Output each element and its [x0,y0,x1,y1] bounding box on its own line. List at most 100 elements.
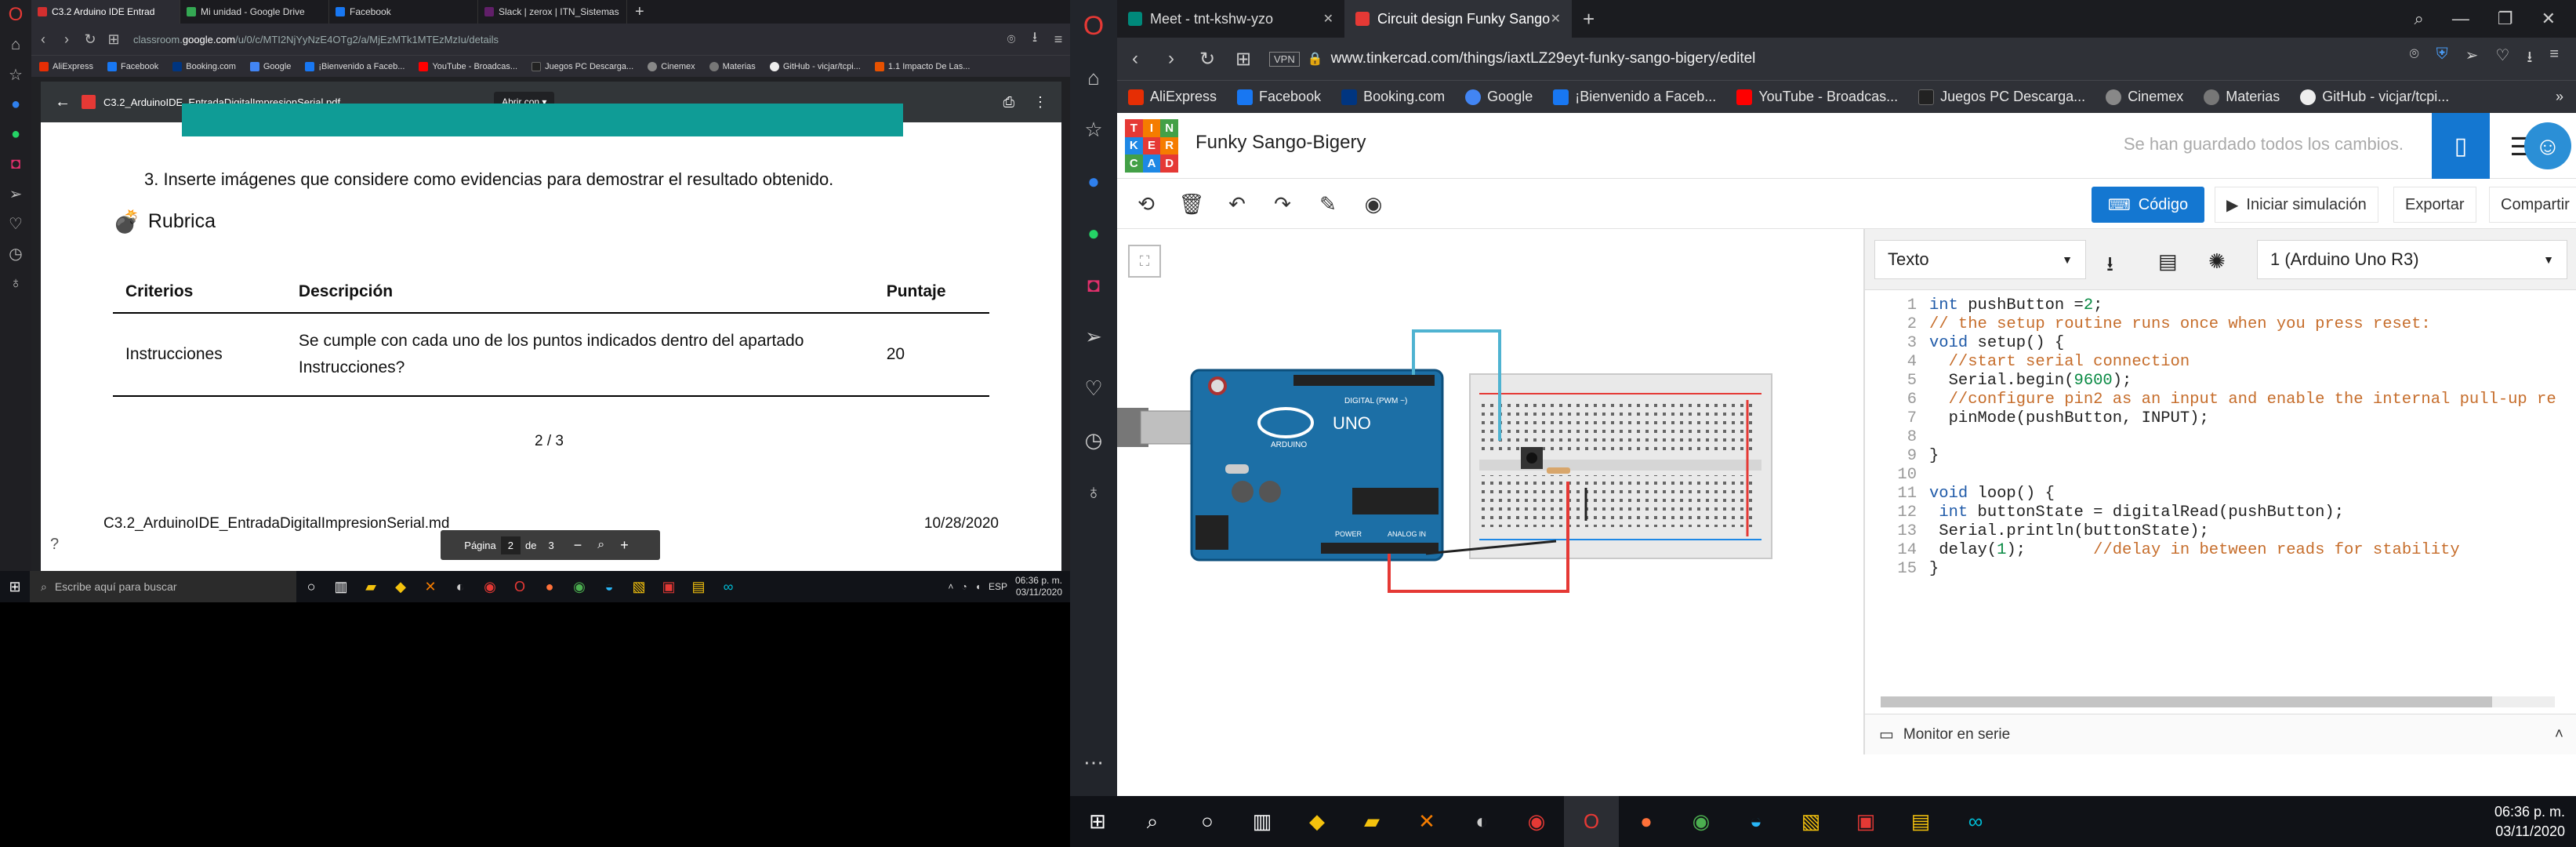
resistor[interactable] [1547,467,1570,474]
send-icon[interactable]: ➢ [2465,45,2479,72]
store-icon[interactable]: ▤ [684,571,713,602]
code-mode-select[interactable]: Texto ▼ [1874,240,2086,279]
windows-start-icon[interactable]: ⊞ [0,571,30,602]
scrollbar-thumb[interactable] [1881,696,2492,707]
bookmark-youtube[interactable]: YouTube - Broadcas... [419,61,517,71]
firefox-icon[interactable]: ● [535,571,564,602]
circuit-canvas[interactable]: ⛶ UNO ARDUINO DIGITAL (PWM ~) POWER ANAL… [1117,229,1863,754]
menu-icon[interactable]: ≡ [2549,45,2559,72]
visibility-icon[interactable]: ◉ [1351,179,1396,229]
app-icon[interactable]: ▧ [1783,796,1838,847]
search-icon[interactable]: ⌕ [1125,796,1180,847]
chrome-icon[interactable]: ◉ [1674,796,1729,847]
app-icon[interactable]: ▣ [1838,796,1893,847]
help-icon[interactable]: ? [50,536,59,554]
bookmark-facebook[interactable]: Facebook [1237,89,1321,105]
opera-icon[interactable]: O [1564,796,1619,847]
tab-meet[interactable]: Meet - tnt-kshw-yzo ✕ [1117,0,1344,38]
back-icon[interactable]: ‹ [31,31,55,48]
bookmark-cinemex[interactable]: Cinemex [2106,89,2183,105]
cortana-icon[interactable]: ○ [1180,796,1235,847]
bookmark-bienvenido[interactable]: ¡Bienvenido a Faceb... [305,61,405,71]
forward-icon[interactable]: › [55,31,78,48]
reload-icon[interactable]: ↻ [78,31,102,48]
bookmark-juegos[interactable]: Juegos PC Descarga... [532,61,633,71]
bulb-icon[interactable]: ♁ [1070,466,1117,518]
bookmark-youtube[interactable]: YouTube - Broadcas... [1736,89,1898,105]
edge-icon[interactable]: ◒ [1729,796,1783,847]
zoom-out-icon[interactable]: − [574,537,582,554]
messenger-icon[interactable]: ● [1070,155,1117,207]
bookmark-impacto[interactable]: 1.1 Impacto De Las... [874,61,970,71]
app-icon[interactable]: ◆ [1290,796,1344,847]
tab-facebook[interactable]: Facebook [329,0,478,24]
snapshot-icon[interactable]: ⌾ [1000,31,1023,48]
instagram-icon[interactable]: ◘ [0,149,31,179]
opera-logo-icon[interactable]: O [0,0,31,30]
avatar[interactable]: ☺ [2524,122,2571,169]
tab-slack[interactable]: Slack | zerox | ITN_Sistemas [478,0,627,24]
instagram-icon[interactable]: ◘ [1070,259,1117,311]
cortana-icon[interactable]: ○ [296,571,326,602]
speed-dial-icon[interactable]: ⌂ [1070,52,1117,104]
project-title[interactable]: Funky Sango-Bigery [1195,132,1366,154]
bookmarks-icon[interactable]: ☆ [0,60,31,89]
send-icon[interactable]: ➢ [1070,311,1117,362]
search-icon[interactable]: ⌕ [2415,9,2424,29]
tray-up-icon[interactable]: ˄ [948,581,953,592]
delete-icon[interactable]: 🗑 [1169,179,1214,229]
zoom-in-icon[interactable]: + [620,537,629,554]
page-number-input[interactable]: 2 [500,536,521,554]
libraries-icon[interactable]: ▤ [2158,249,2178,274]
bookmarks-icon[interactable]: ☆ [1070,104,1117,155]
forward-icon[interactable]: › [1153,48,1189,70]
bookmarks-more-icon[interactable]: » [2556,89,2563,105]
bookmark-github[interactable]: GitHub - vicjar/tcpi... [769,61,861,71]
menu-icon[interactable]: ≡ [1047,31,1070,48]
bookmark-materias[interactable]: Materias [709,61,756,71]
file-explorer-icon[interactable]: ▰ [1344,796,1399,847]
print-icon[interactable]: ⎙ [1003,94,1014,111]
edge-icon[interactable]: ◒ [594,571,624,602]
bookmark-bienvenido[interactable]: ¡Bienvenido a Faceb... [1553,89,1716,105]
minimize-icon[interactable]: — [2452,9,2469,29]
code-area[interactable]: 1 int pushButton =2; 2 // the setup routine… [1865,290,2576,714]
back-icon[interactable]: ‹ [1117,48,1153,70]
bookmark-google[interactable]: Google [249,61,291,71]
taskbar-clock[interactable]: 06:36 p. m. 03/11/2020 [2494,802,2565,842]
tabs-grid-icon[interactable]: ⊞ [102,31,125,48]
rotate-icon[interactable]: ⟲ [1123,179,1169,229]
new-tab-button[interactable]: + [627,3,652,21]
new-tab-button[interactable]: + [1572,7,1605,31]
history-icon[interactable]: ◷ [0,238,31,268]
windows-start-icon[interactable]: ⊞ [1070,796,1125,847]
xampp-icon[interactable]: ✕ [1399,796,1454,847]
reload-icon[interactable]: ↻ [1189,48,1225,71]
speed-dial-icon[interactable]: ⌂ [0,30,31,60]
store-icon[interactable]: ▤ [1893,796,1948,847]
close-tab-icon[interactable]: ✕ [1551,11,1561,27]
send-icon[interactable]: ➢ [0,179,31,209]
camera-icon[interactable]: ⌾ [2410,45,2419,72]
tinkercad-logo[interactable]: T I N K E R C A D [1125,119,1178,173]
tabs-grid-icon[interactable]: ⊞ [1225,48,1261,71]
close-icon[interactable]: ✕ [2542,9,2556,29]
whatsapp-icon[interactable]: ● [1070,207,1117,259]
opera-icon[interactable]: O [505,571,535,602]
arduino-icon[interactable]: ∞ [713,571,743,602]
task-view-icon[interactable]: ▥ [326,571,356,602]
device-select[interactable]: 1 (Arduino Uno R3) ▼ [2257,240,2567,279]
undo-icon[interactable]: ↶ [1214,179,1260,229]
redo-icon[interactable]: ↷ [1260,179,1305,229]
export-button[interactable]: Exportar [2393,187,2476,223]
firefox-icon[interactable]: ● [1619,796,1674,847]
messenger-icon[interactable]: ● [0,89,31,119]
task-view-icon[interactable]: ▥ [1235,796,1290,847]
app-icon[interactable]: ▧ [624,571,654,602]
bulb-icon[interactable]: ♁ [0,268,31,298]
start-simulation-button[interactable]: ▶ Iniciar simulación [2215,187,2378,223]
file-explorer-icon[interactable]: ▰ [356,571,386,602]
shield-icon[interactable]: ⛨ [2436,45,2448,72]
bookmark-booking[interactable]: Booking.com [172,61,236,71]
url-field[interactable]: classroom. google.com/u/0/c/MTI2NjYyNzE4O… [133,28,992,50]
